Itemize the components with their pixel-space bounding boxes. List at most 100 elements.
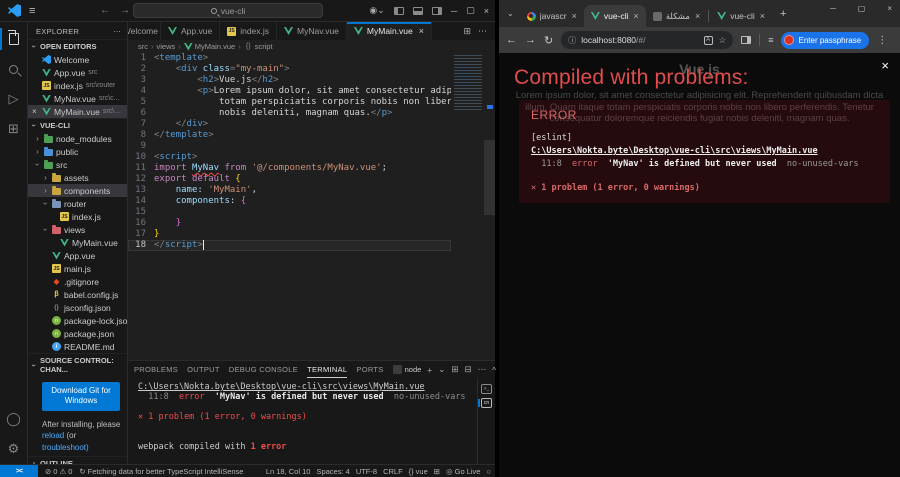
status-message[interactable]: ↻ Fetching data for better TypeScript In… — [79, 467, 243, 476]
go-live[interactable]: ◎Go Live — [446, 467, 480, 476]
code-line-12[interactable]: 12export default { — [128, 174, 451, 185]
code-line-5[interactable]: 5 totam perspiciatis corporis nobis non … — [128, 97, 451, 108]
scm-section[interactable]: › SOURCE CONTROL: CHAN... — [28, 353, 127, 376]
browser-menu-icon[interactable]: ⋮ — [877, 35, 887, 46]
tree-item-components[interactable]: ›components — [28, 184, 127, 197]
breadcrumb[interactable]: src›views›MyMain.vue›{}script — [128, 40, 495, 53]
code-line-14[interactable]: 14 components: { — [128, 196, 451, 207]
code-line-13[interactable]: 13 name: 'MyMain', — [128, 185, 451, 196]
close-button[interactable]: × — [484, 6, 489, 16]
terminal-profile-chip[interactable]: node — [393, 365, 422, 374]
open-editor-index-js[interactable]: JSindex.jssrc\router — [28, 79, 127, 92]
browser-minimize-button[interactable]: ─ — [830, 4, 836, 13]
maximize-button[interactable]: ▢ — [466, 5, 475, 16]
editor-tab-index-js[interactable]: JSindex.js — [220, 22, 277, 40]
browser-forward-icon[interactable]: → — [525, 34, 536, 46]
hamburger-menu-icon[interactable]: ≡ — [29, 5, 35, 17]
code-line-7[interactable]: 7 </div> — [128, 119, 451, 130]
extension-status[interactable]: ⊞ — [434, 467, 440, 476]
overlay-close-icon[interactable]: × — [881, 59, 889, 72]
browser-reload-icon[interactable]: ↻ — [544, 34, 553, 47]
open-editor-mymain-vue[interactable]: ×MyMain.vuesrc\... — [28, 105, 127, 118]
download-git-button[interactable]: Download Git for Windows — [42, 382, 120, 411]
code-editor[interactable]: 1<template>2 <div class="my-main">3 <h2>… — [128, 53, 495, 360]
panel-tab-terminal[interactable]: TERMINAL — [307, 361, 347, 378]
tree-item-views[interactable]: ›views — [28, 223, 127, 236]
new-tab-button[interactable]: + — [780, 8, 786, 20]
tab-search-icon[interactable]: ⌄ — [507, 9, 514, 18]
explorer-more-icon[interactable]: ⋯ — [113, 27, 121, 36]
code-line-1[interactable]: 1<template> — [128, 53, 451, 64]
breadcrumb-item-mymain-vue[interactable]: MyMain.vue — [184, 42, 235, 51]
problems-status[interactable]: ⊘0 ⚠0 — [45, 467, 72, 476]
tree-item-babel-config-js[interactable]: βbabel.config.js — [28, 288, 127, 301]
tree-item-index-js[interactable]: JSindex.js — [28, 210, 127, 223]
overlay-file-link[interactable]: C:\Users\Nokta.byte\Desktop\vue-cli\src\… — [531, 146, 818, 156]
tree-item-mymain-vue[interactable]: MyMain.vue — [28, 236, 127, 249]
panel-tab-problems[interactable]: PROBLEMS — [134, 361, 178, 378]
tree-item-node-modules[interactable]: ›node_modules — [28, 132, 127, 145]
code-line-10[interactable]: 10<script> — [128, 152, 451, 163]
close-editor-icon[interactable]: × — [32, 107, 39, 116]
panel-tab-debug-console[interactable]: DEBUG CONSOLE — [229, 361, 298, 378]
explorer-icon[interactable] — [0, 24, 28, 54]
browser-tab-javascr-0[interactable]: javascr× — [520, 5, 584, 27]
tree-item-assets[interactable]: ›assets — [28, 171, 127, 184]
minimize-button[interactable]: ─ — [451, 6, 457, 16]
panel-tab-ports[interactable]: PORTS — [356, 361, 383, 378]
browser-tab-vue-cli-1[interactable]: vue-cli× — [584, 5, 646, 27]
close-tab-icon[interactable]: × — [760, 11, 765, 21]
code-line-8[interactable]: 8</template> — [128, 130, 451, 141]
history-back-icon[interactable]: ← — [100, 5, 110, 16]
terminal-node-icon[interactable]: cn — [481, 398, 492, 408]
tree-item-router[interactable]: ›router — [28, 197, 127, 210]
history-forward-icon[interactable]: → — [120, 5, 130, 16]
minimap[interactable] — [454, 55, 482, 111]
close-tab-icon[interactable]: × — [572, 11, 577, 21]
toggle-secondary-sidebar-icon[interactable] — [432, 7, 442, 15]
remote-indicator[interactable]: >< — [0, 465, 38, 477]
run-debug-icon[interactable]: ▷ — [0, 84, 28, 114]
code-line-4[interactable]: 4 <p>Lorem ipsum dolor, sit amet consect… — [128, 86, 451, 97]
open-editor-welcome[interactable]: Welcome — [28, 53, 127, 66]
browser-maximize-button[interactable]: ▢ — [858, 4, 866, 13]
tree-item-gitignore[interactable]: ◆.gitignore — [28, 275, 127, 288]
address-bar[interactable]: ⓘ localhost:8080/#/ A ☆ — [561, 31, 733, 49]
bookmark-star-icon[interactable]: ☆ — [719, 35, 727, 46]
troubleshoot-link[interactable]: troubleshoot) — [42, 443, 89, 452]
workspace-section[interactable]: › VUE-CLI — [28, 118, 127, 132]
side-panel-icon[interactable] — [741, 36, 751, 44]
tree-item-public[interactable]: ›public — [28, 145, 127, 158]
editor-tab-welcome[interactable]: Welcome — [128, 22, 161, 40]
close-tab-icon[interactable]: × — [695, 11, 700, 21]
close-tab-icon[interactable]: × — [419, 26, 424, 36]
open-editors-section[interactable]: › OPEN EDITORS — [28, 39, 127, 53]
tree-item-main-js[interactable]: JSmain.js — [28, 262, 127, 275]
code-line-9[interactable]: 9 — [128, 141, 451, 152]
panel-more-icon[interactable]: ⋯ — [478, 364, 487, 375]
terminal-dropdown-icon[interactable]: ⌄ — [438, 364, 445, 375]
panel-tab-output[interactable]: OUTPUT — [187, 361, 220, 378]
code-line-6[interactable]: 6 nobis deleniti, magnam quas.</p> — [128, 108, 451, 119]
cursor-position[interactable]: Ln 18, Col 10 — [266, 467, 311, 476]
outline-section[interactable]: › OUTLINE — [28, 456, 127, 464]
tree-item-src[interactable]: ›src — [28, 158, 127, 171]
breadcrumb-item-script[interactable]: {}script — [244, 42, 273, 51]
tree-item-readme-md[interactable]: iREADME.md — [28, 340, 127, 353]
close-tab-icon[interactable]: × — [633, 11, 638, 21]
site-info-icon[interactable]: ⓘ — [568, 35, 576, 46]
code-line-17[interactable]: 17} — [128, 229, 451, 240]
kill-terminal-icon[interactable]: ⊟ — [465, 364, 472, 375]
profile-chip[interactable]: Enter passphrase — [781, 32, 869, 49]
breadcrumb-item-src[interactable]: src — [138, 42, 148, 51]
code-line-2[interactable]: 2 <div class="my-main"> — [128, 64, 451, 75]
tree-item-app-vue[interactable]: App.vue — [28, 249, 127, 262]
toggle-sidebar-icon[interactable] — [394, 7, 404, 15]
editor-tab-app-vue[interactable]: App.vue — [161, 22, 220, 40]
browser-close-button[interactable]: × — [887, 4, 892, 13]
code-line-18[interactable]: 18</script> — [128, 240, 451, 251]
code-line-3[interactable]: 3 <h2>Vue.js</h2> — [128, 75, 451, 86]
open-editor-app-vue[interactable]: App.vuesrc — [28, 66, 127, 79]
reload-link[interactable]: reload — [42, 431, 64, 440]
editor-more-icon[interactable]: ⋯ — [478, 26, 487, 37]
